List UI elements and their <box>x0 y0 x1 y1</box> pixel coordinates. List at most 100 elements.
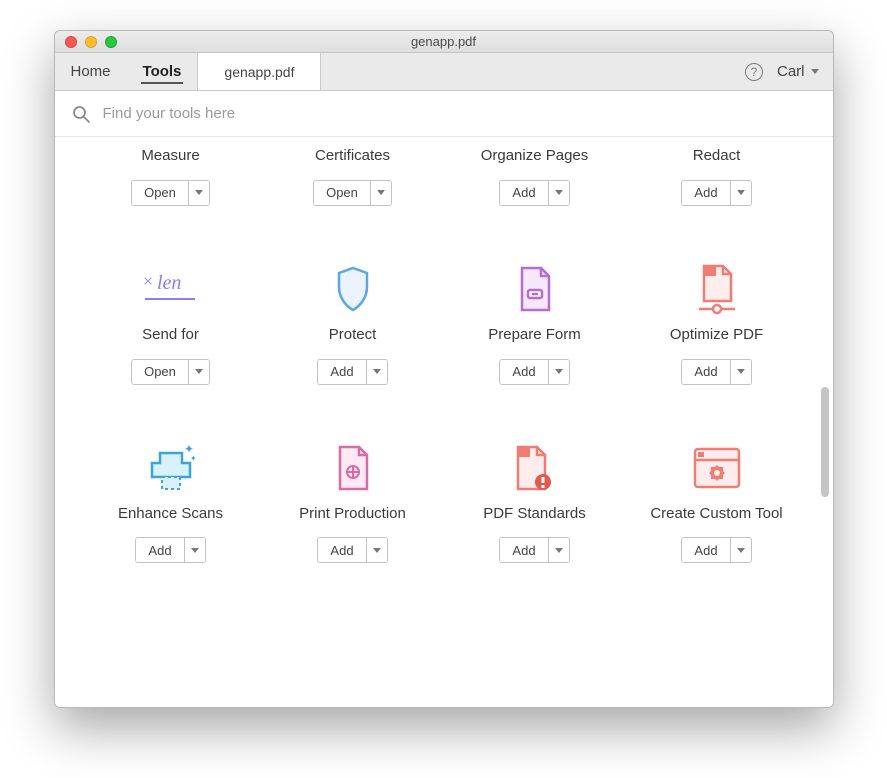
chevron-down-icon <box>377 190 385 195</box>
tool-action-button[interactable]: Add <box>500 181 548 205</box>
chevron-down-icon <box>737 548 745 553</box>
tool-label: Send for <box>142 326 199 345</box>
tool-action-dropdown[interactable] <box>549 538 569 562</box>
tool-action-button[interactable]: Add <box>500 360 548 384</box>
shield-icon <box>333 262 373 316</box>
tool-action-dropdown[interactable] <box>367 538 387 562</box>
tool-label: Measure <box>141 147 199 166</box>
tool-label: Certificates <box>315 147 390 166</box>
tool-action-dropdown[interactable] <box>731 538 751 562</box>
svg-text:len: len <box>157 272 181 294</box>
top-toolbar: Home Tools genapp.pdf ? Carl <box>55 53 833 91</box>
tool-label: Create Custom Tool <box>650 505 782 524</box>
tool-action-dropdown[interactable] <box>189 181 209 205</box>
tool-action-dropdown[interactable] <box>185 538 205 562</box>
tool-action-dropdown[interactable] <box>731 360 751 384</box>
chevron-down-icon <box>737 369 745 374</box>
tools-panel: Measure Open Certificates Open Organize Page… <box>55 137 833 707</box>
tool-label: Enhance Scans <box>118 505 223 524</box>
tool-action-dropdown[interactable] <box>367 360 387 384</box>
tool-action-group: Open <box>313 180 392 206</box>
chevron-down-icon <box>737 190 745 195</box>
tool-redact: Redact Add <box>631 147 803 206</box>
nav-tools[interactable]: Tools <box>127 53 198 90</box>
tool-send-for: ×len Send for Open <box>85 262 257 385</box>
tool-action-group: Add <box>135 537 205 563</box>
scan-icon: ✦✦ <box>144 441 198 495</box>
chevron-down-icon <box>373 369 381 374</box>
tool-action-group: Add <box>317 537 387 563</box>
tool-action-group: Add <box>499 180 569 206</box>
window-title: genapp.pdf <box>55 34 833 49</box>
chevron-down-icon <box>811 69 819 74</box>
chevron-down-icon <box>191 548 199 553</box>
help-icon[interactable]: ? <box>745 63 763 81</box>
standards-icon <box>513 441 557 495</box>
tool-action-button[interactable]: Add <box>500 538 548 562</box>
print-icon <box>333 441 373 495</box>
document-tab[interactable]: genapp.pdf <box>197 53 321 90</box>
tool-prepare-form: Prepare Form Add <box>449 262 621 385</box>
nav-home[interactable]: Home <box>55 53 127 90</box>
tool-action-group: Add <box>317 359 387 385</box>
tool-action-group: Open <box>131 359 210 385</box>
tool-organize-pages: Organize Pages Add <box>449 147 621 206</box>
tool-action-button[interactable]: Add <box>136 538 184 562</box>
tool-action-button[interactable]: Open <box>132 181 189 205</box>
scrollbar-thumb[interactable] <box>821 387 829 497</box>
optimize-icon <box>693 262 741 316</box>
chevron-down-icon <box>195 190 203 195</box>
tool-label: Prepare Form <box>488 326 581 345</box>
tool-enhance-scans: ✦✦ Enhance Scans Add <box>85 441 257 564</box>
search-icon <box>71 104 91 124</box>
app-window: genapp.pdf Home Tools genapp.pdf ? Carl … <box>54 30 834 708</box>
user-name: Carl <box>777 63 805 80</box>
tool-protect: Protect Add <box>267 262 439 385</box>
tool-action-dropdown[interactable] <box>371 181 391 205</box>
tool-action-button[interactable]: Add <box>682 538 730 562</box>
tool-action-group: Add <box>681 359 751 385</box>
tool-label: Print Production <box>299 505 406 524</box>
tool-action-button[interactable]: Open <box>132 360 189 384</box>
search-input[interactable] <box>103 105 817 122</box>
tool-optimize-pdf: Optimize PDF Add <box>631 262 803 385</box>
tool-action-dropdown[interactable] <box>731 181 751 205</box>
chevron-down-icon <box>555 369 563 374</box>
chevron-down-icon <box>195 369 203 374</box>
tool-action-dropdown[interactable] <box>549 181 569 205</box>
sign-icon: ×len <box>143 262 199 316</box>
tool-action-group: Add <box>681 180 751 206</box>
tool-label: Redact <box>693 147 741 166</box>
tool-action-group: Add <box>499 537 569 563</box>
title-bar: genapp.pdf <box>55 31 833 53</box>
svg-text:✦: ✦ <box>190 454 197 463</box>
chevron-down-icon <box>555 190 563 195</box>
scrollbar[interactable] <box>817 137 831 707</box>
svg-text:×: × <box>143 271 153 291</box>
chevron-down-icon <box>373 548 381 553</box>
tool-action-button[interactable]: Add <box>682 181 730 205</box>
tool-action-group: Open <box>131 180 210 206</box>
tool-action-dropdown[interactable] <box>189 360 209 384</box>
search-bar <box>55 91 833 137</box>
tool-label: Optimize PDF <box>670 326 763 345</box>
tool-action-group: Add <box>681 537 751 563</box>
tool-action-button[interactable]: Open <box>314 181 371 205</box>
tool-label: Protect <box>329 326 377 345</box>
tool-action-button[interactable]: Add <box>318 360 366 384</box>
tool-measure: Measure Open <box>85 147 257 206</box>
tool-action-button[interactable]: Add <box>318 538 366 562</box>
chevron-down-icon <box>555 548 563 553</box>
tool-action-button[interactable]: Add <box>682 360 730 384</box>
tool-create-custom-tool: Create Custom Tool Add <box>631 441 803 564</box>
user-menu[interactable]: Carl <box>777 63 819 80</box>
form-icon <box>515 262 555 316</box>
custom-icon <box>692 441 742 495</box>
tool-action-group: Add <box>499 359 569 385</box>
tool-label: PDF Standards <box>483 505 586 524</box>
tool-label: Organize Pages <box>481 147 589 166</box>
tool-print-production: Print Production Add <box>267 441 439 564</box>
tool-pdf-standards: PDF Standards Add <box>449 441 621 564</box>
tool-action-dropdown[interactable] <box>549 360 569 384</box>
tool-certificates: Certificates Open <box>267 147 439 206</box>
